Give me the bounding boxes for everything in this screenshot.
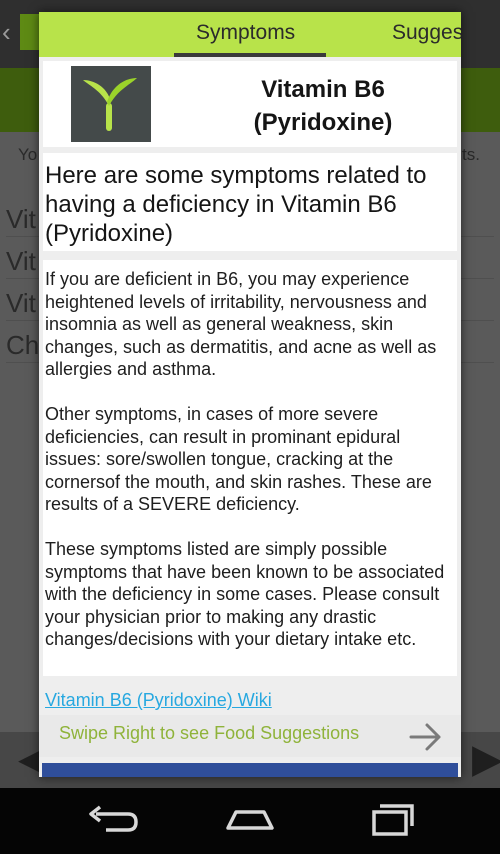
symptoms-paragraph-1: If you are deficient in B6, you may expe… [45, 269, 437, 379]
swipe-hint-text: Swipe Right to see Food Suggestions [59, 723, 360, 743]
symptoms-description[interactable]: If you are deficient in B6, you may expe… [43, 260, 457, 676]
background-partial-text-right: ts. [462, 145, 480, 164]
home-icon[interactable] [220, 802, 280, 840]
vitamin-header: Vitamin B6 (Pyridoxine) [43, 61, 457, 147]
recent-apps-icon[interactable] [360, 802, 420, 840]
sprout-icon [71, 66, 151, 142]
intro-card: Here are some symptoms related to having… [43, 153, 457, 251]
symptoms-paragraph-2: Other symptoms, in cases of more severe … [45, 404, 432, 514]
symptoms-paragraph-3: These symptoms listed are simply possibl… [45, 539, 445, 649]
intro-text: Here are some symptoms related to having… [45, 162, 427, 247]
tab-symptoms[interactable]: Symptoms [196, 21, 295, 45]
symptoms-page: Vitamin B6 (Pyridoxine) Here are some sy… [39, 57, 461, 777]
vitamin-title: Vitamin B6 (Pyridoxine) [203, 73, 443, 139]
back-icon[interactable] [82, 802, 142, 840]
tab-suggestions[interactable]: Sugges [392, 21, 461, 45]
background-right-arrow-icon: ▶ [472, 737, 500, 781]
background-partial-text: Yo [18, 145, 38, 164]
background-back-chevron-icon: ‹ [2, 17, 11, 47]
vitamin-title-line2: (Pyridoxine) [253, 109, 393, 136]
swipe-hint-bar[interactable]: Swipe Right to see Food Suggestions [39, 715, 461, 757]
wiki-link[interactable]: Vitamin B6 (Pyridoxine) Wiki [45, 690, 272, 711]
bottom-accent-bar [42, 763, 458, 777]
vitamin-title-line1: Vitamin B6 [261, 76, 385, 103]
system-navigation-bar [0, 788, 500, 854]
right-arrow-icon[interactable] [409, 721, 443, 753]
vitamin-detail-dialog: Symptoms Sugges Vitamin B6 (Pyridoxine) … [39, 12, 461, 777]
tab-bar: Symptoms Sugges [39, 12, 461, 57]
